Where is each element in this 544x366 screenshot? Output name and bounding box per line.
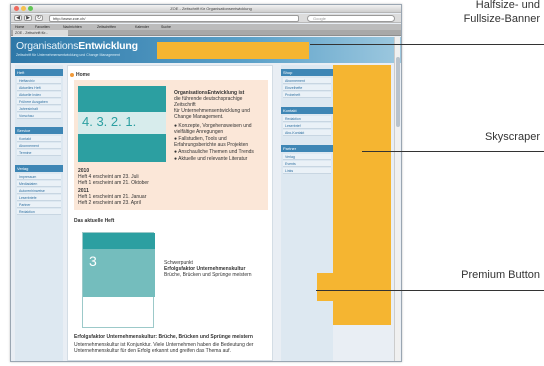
reload-icon[interactable]: ↻ xyxy=(35,15,43,21)
date-line: Heft 1 erscheint am 21. Oktober xyxy=(78,180,149,186)
nav-section-title: Service xyxy=(15,127,63,134)
title-bar: ZOE - Zeitschrift für Organisationsentwi… xyxy=(11,5,401,13)
current-issue-cover[interactable]: 3 xyxy=(82,232,155,328)
teaser-body: Unternehmenskultur ist Konjunktur. Viele… xyxy=(74,342,254,354)
issue-dates: 2010 Heft 4 erscheint am 23. Juli Heft 1… xyxy=(78,168,168,206)
scrollbar-thumb[interactable] xyxy=(396,57,400,127)
nav-item[interactable]: Aktuelles Heft xyxy=(17,85,61,91)
main-content: Home 4. 3. 2. 1. OrganisationsEntwicklun… xyxy=(67,65,273,361)
left-navigation: Heft Heftarchiv Aktuelles Heft Aktuelle … xyxy=(15,65,63,361)
banner-callout: Halfsize- und Fullsize-Banner xyxy=(410,0,540,26)
nav-item[interactable]: Mediadaten xyxy=(17,181,61,187)
nav-item[interactable]: Verlag xyxy=(283,154,331,160)
toolbar: ◀ ▶ ↻ http://www.zoe.ch/ Google xyxy=(11,14,401,23)
browser-window: ZOE - Zeitschrift für Organisationsentwi… xyxy=(10,4,402,362)
nav-item[interactable]: Abonnement xyxy=(17,143,61,149)
nav-item[interactable]: Redaktion xyxy=(17,209,61,215)
page-title: Home xyxy=(76,72,90,78)
search-field[interactable]: Google xyxy=(307,15,395,22)
nav-item[interactable]: Frühere Ausgaben xyxy=(17,99,61,105)
intro-bullet: Konzepte, Vorgehensweisen und vielfältig… xyxy=(174,123,252,135)
forward-icon[interactable]: ▶ xyxy=(24,15,32,21)
cover-header xyxy=(83,233,155,249)
nav-item[interactable]: Abo-Kontakt xyxy=(283,130,331,136)
nav-item[interactable]: Einzelhefte xyxy=(283,85,331,91)
intro-bullet: Aktuelle und relevante Literatur xyxy=(178,156,248,162)
nav-item[interactable]: Partner xyxy=(17,202,61,208)
nav-item[interactable]: Links xyxy=(283,168,331,174)
feature-box: 4. 3. 2. 1. OrganisationsEntwicklung ist… xyxy=(74,80,268,210)
intro-line: die führende deutschsprachige Zeitschrif… xyxy=(174,96,243,108)
zoom-icon[interactable] xyxy=(28,6,33,11)
site-logo[interactable]: OrganisationsEntwicklung xyxy=(16,41,138,52)
nav-section-title: Shop xyxy=(281,69,333,76)
premium-callout: Premium Button xyxy=(461,269,540,281)
browser-tab[interactable]: ZOE - Zeitschrift für... xyxy=(13,30,68,36)
site-tagline: Zeitschrift für Unternehmensentwicklung … xyxy=(16,53,120,57)
right-navigation: Shop Abonnement Einzelhefte Probeheft Ko… xyxy=(281,65,333,361)
callout-line: Halfsize- und xyxy=(475,0,540,11)
close-icon[interactable] xyxy=(14,6,19,11)
skyscraper-callout: Skyscraper xyxy=(484,131,540,143)
skyscraper-leader-line xyxy=(362,151,544,152)
nav-item[interactable]: Probeheft xyxy=(283,92,331,98)
minimize-icon[interactable] xyxy=(21,6,26,11)
intro-bullet: Anschauliche Themen und Trends xyxy=(178,149,254,155)
current-issue-heading: Das aktuelle Heft xyxy=(74,218,115,224)
nav-item[interactable]: Kontakt xyxy=(17,136,61,142)
nav-item[interactable]: Events xyxy=(283,161,331,167)
intro-text: OrganisationsEntwicklung ist die führend… xyxy=(174,90,262,163)
nav-section-title: Verlag xyxy=(15,165,63,172)
nav-item[interactable]: Heftarchiv xyxy=(17,78,61,84)
nav-item[interactable]: Jahresinhalt xyxy=(17,106,61,112)
current-issue-text: Schwerpunkt Erfolgsfaktor Unternehmensku… xyxy=(164,260,264,278)
nav-item[interactable]: Redaktion xyxy=(283,116,331,122)
banner-leader-line xyxy=(310,44,544,45)
window-title: ZOE - Zeitschrift für Organisationsentwi… xyxy=(170,6,252,11)
nav-section-title: Heft xyxy=(15,69,63,76)
nav-item[interactable]: Impressum xyxy=(17,174,61,180)
banner-ad-slot[interactable] xyxy=(157,42,309,59)
premium-leader-line xyxy=(316,290,544,291)
nav-item[interactable]: Leserbrief xyxy=(283,123,331,129)
cover-number: 3 xyxy=(89,253,97,269)
back-icon[interactable]: ◀ xyxy=(14,15,22,21)
nav-item[interactable]: Abonnement xyxy=(283,78,331,84)
teaser-title[interactable]: Erfolgsfaktor Unternehmenskultur: Brüche… xyxy=(74,334,268,340)
issue-subtitle: Brüche, Brücken und Sprünge meistern xyxy=(164,272,252,278)
tab-bar: ZOE - Zeitschrift für... xyxy=(11,30,401,36)
skyscraper-ad-slot[interactable] xyxy=(333,65,391,325)
intro-line: Change Management. xyxy=(174,114,224,120)
issue-overview-image[interactable]: 4. 3. 2. 1. xyxy=(78,86,166,162)
nav-item[interactable]: Leserbriefe xyxy=(17,195,61,201)
nav-item[interactable]: Termine xyxy=(17,150,61,156)
site-header: OrganisationsEntwicklung Zeitschrift für… xyxy=(11,37,401,63)
date-line: Heft 2 erscheint am 23. April xyxy=(78,200,141,206)
scrollbar[interactable] xyxy=(394,37,400,361)
url-field[interactable]: http://www.zoe.ch/ xyxy=(49,15,299,22)
nav-section-title: Partner xyxy=(281,145,333,152)
callout-line: Fullsize-Banner xyxy=(463,13,540,25)
bullet-icon xyxy=(70,73,74,77)
nav-item[interactable]: Autorenhinweise xyxy=(17,188,61,194)
intro-bullet: Fallstudien, Tools und Erfahrungsbericht… xyxy=(174,136,249,148)
nav-item[interactable]: Vorschau xyxy=(17,113,61,119)
issue-numbers: 4. 3. 2. 1. xyxy=(82,114,137,129)
article-teaser: Erfolgsfaktor Unternehmenskultur: Brüche… xyxy=(74,334,268,354)
nav-section-title: Kontakt xyxy=(281,107,333,114)
premium-button-ad-slot[interactable] xyxy=(317,273,339,301)
nav-item[interactable]: Aktuelle Index xyxy=(17,92,61,98)
